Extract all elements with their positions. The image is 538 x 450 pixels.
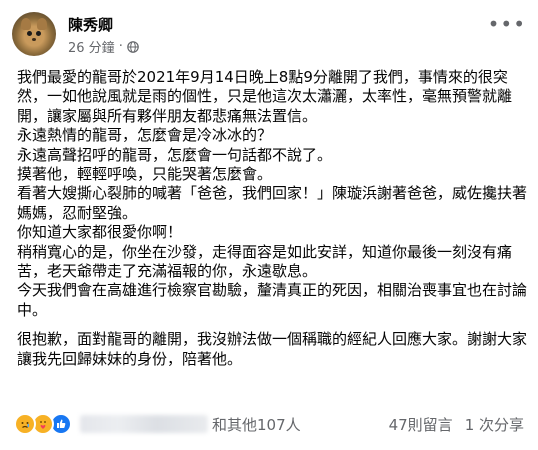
post-paragraph: 今天我們會在高雄進行檢察官勘驗，釐清真正的死因，相關治喪事宜也在討論中。 (17, 281, 528, 319)
post-body: 我們最愛的龍哥於2021年9月14日晚上8點9分離開了我們，事情來的很突然，一如… (17, 68, 531, 369)
avatar-nose (32, 38, 36, 41)
post-paragraph: 你知道大家都很愛你啊！ (17, 223, 183, 242)
post-paragraph: 很抱歉，面對龍哥的離開，我沒辦法做一個稱職的經紀人回應大家。謝謝大家讓我先回歸妹… (17, 330, 528, 368)
comment-count[interactable]: 47則留言 (389, 414, 453, 435)
meta-separator: · (118, 39, 123, 54)
post-header: 陳秀卿 26 分鐘 · ••• (10, 10, 528, 60)
globe-icon[interactable] (127, 40, 139, 53)
reaction-bar: 和其他107人 47則留言 1 次分享 (14, 412, 524, 436)
post-paragraph: 永遠熱情的龍哥，怎麼會是冷冰冰的？ (17, 126, 273, 145)
post-time[interactable]: 26 分鐘 (68, 37, 115, 56)
avatar[interactable] (12, 12, 56, 56)
avatar-eye (36, 31, 41, 36)
blurred-name (80, 415, 208, 433)
post-paragraph: 摸著他，輕輕呼喚，只能哭著怎麼會。 (17, 165, 273, 184)
engagement-stats: 47則留言 1 次分享 (389, 414, 524, 435)
author-name[interactable]: 陳秀卿 (68, 14, 113, 35)
more-icon[interactable]: ••• (488, 14, 526, 34)
reaction-count[interactable]: 和其他107人 (212, 414, 301, 435)
avatar-eye (27, 31, 32, 36)
post-paragraph: 看著大嫂撕心裂肺的喊著「爸爸，我們回家！」陳璇浜謝著爸爸，威佐攙扶著媽媽，忍耐堅… (17, 184, 528, 222)
avatar-ear (37, 18, 47, 30)
post-paragraph: 稍稍寬心的是，你坐在沙發，走得面容是如此安詳，知道你最後一刻沒有痛苦，老天爺帶走… (17, 242, 513, 281)
share-count[interactable]: 1 次分享 (465, 414, 524, 435)
sad-icon[interactable] (14, 413, 36, 435)
avatar-ear (21, 18, 31, 30)
post-meta: 26 分鐘 · (68, 37, 139, 56)
post-paragraph: 我們最愛的龍哥於2021年9月14日晚上8點9分離開了我們，事情來的很突然，一如… (17, 68, 513, 125)
post-paragraph: 永遠高聲招呼的龍哥，怎麼會一句話都不說了。 (17, 145, 333, 164)
